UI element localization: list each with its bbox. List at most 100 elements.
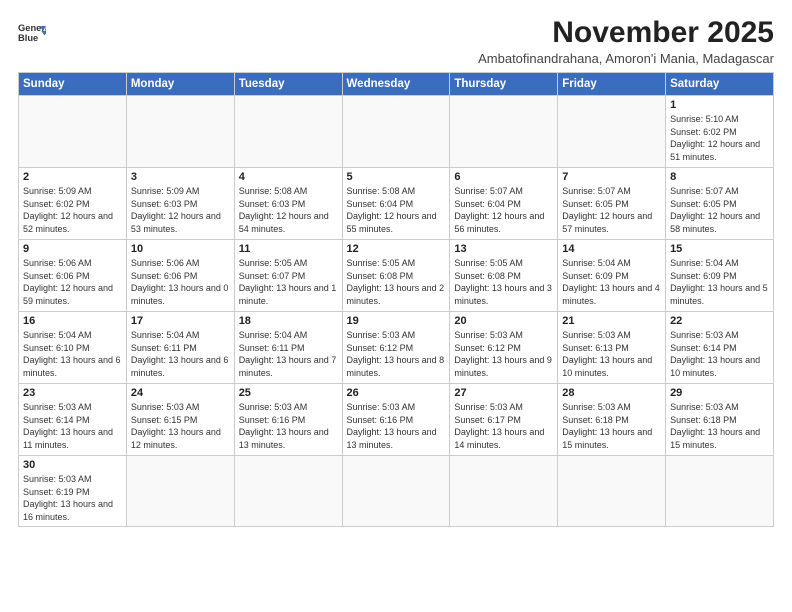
day-info: Sunrise: 5:03 AM Sunset: 6:16 PM Dayligh… (347, 401, 446, 451)
table-row: 1 Sunrise: 5:10 AM Sunset: 6:02 PM Daylig… (666, 96, 774, 168)
subtitle: Ambatofinandrahana, Amoron'i Mania, Mada… (478, 51, 774, 66)
table-row (126, 96, 234, 168)
table-row (558, 456, 666, 527)
day-number: 18 (239, 315, 338, 327)
day-number: 29 (670, 387, 769, 399)
table-row (19, 96, 127, 168)
day-info: Sunrise: 5:06 AM Sunset: 6:06 PM Dayligh… (23, 257, 122, 307)
day-info: Sunrise: 5:10 AM Sunset: 6:02 PM Dayligh… (670, 113, 769, 163)
day-number: 27 (454, 387, 553, 399)
day-number: 12 (347, 243, 446, 255)
header: General Blue November 2025 Ambatofinandr… (18, 16, 774, 66)
col-wednesday: Wednesday (342, 73, 450, 96)
table-row (450, 456, 558, 527)
table-row: 6 Sunrise: 5:07 AM Sunset: 6:04 PM Daylig… (450, 168, 558, 240)
day-info: Sunrise: 5:08 AM Sunset: 6:03 PM Dayligh… (239, 185, 338, 235)
day-info: Sunrise: 5:05 AM Sunset: 6:08 PM Dayligh… (454, 257, 553, 307)
day-info: Sunrise: 5:05 AM Sunset: 6:07 PM Dayligh… (239, 257, 338, 307)
table-row: 16Sunrise: 5:04 AM Sunset: 6:10 PM Dayli… (19, 312, 127, 384)
day-info: Sunrise: 5:03 AM Sunset: 6:18 PM Dayligh… (670, 401, 769, 451)
table-row (234, 456, 342, 527)
table-row: 23 Sunrise: 5:03 AM Sunset: 6:14 PM Dayli… (19, 384, 127, 456)
day-info: Sunrise: 5:04 AM Sunset: 6:09 PM Dayligh… (670, 257, 769, 307)
col-tuesday: Tuesday (234, 73, 342, 96)
day-info: Sunrise: 5:05 AM Sunset: 6:08 PM Dayligh… (347, 257, 446, 307)
table-row: 24Sunrise: 5:03 AM Sunset: 6:15 PM Dayli… (126, 384, 234, 456)
day-number: 22 (670, 315, 769, 327)
calendar-table: Sunday Monday Tuesday Wednesday Thursday… (18, 72, 774, 527)
title-block: November 2025 Ambatofinandrahana, Amoron… (478, 16, 774, 66)
table-row: 29 Sunrise: 5:03 AM Sunset: 6:18 PM Dayli… (666, 384, 774, 456)
day-info: Sunrise: 5:07 AM Sunset: 6:04 PM Dayligh… (454, 185, 553, 235)
table-row: 15 Sunrise: 5:04 AM Sunset: 6:09 PM Dayli… (666, 240, 774, 312)
day-number: 4 (239, 171, 338, 183)
table-row (342, 456, 450, 527)
day-info: Sunrise: 5:03 AM Sunset: 6:13 PM Dayligh… (562, 329, 661, 379)
table-row: 10 Sunrise: 5:06 AM Sunset: 6:06 PM Dayli… (126, 240, 234, 312)
table-row: 22 Sunrise: 5:03 AM Sunset: 6:14 PM Dayli… (666, 312, 774, 384)
day-number: 25 (239, 387, 338, 399)
day-info: Sunrise: 5:03 AM Sunset: 6:14 PM Dayligh… (23, 401, 122, 451)
day-info: Sunrise: 5:03 AM Sunset: 6:18 PM Dayligh… (562, 401, 661, 451)
table-row: 26 Sunrise: 5:03 AM Sunset: 6:16 PM Dayli… (342, 384, 450, 456)
table-row: 30 Sunrise: 5:03 AM Sunset: 6:19 PM Dayli… (19, 456, 127, 527)
day-info: Sunrise: 5:09 AM Sunset: 6:02 PM Dayligh… (23, 185, 122, 235)
day-number: 17 (131, 315, 230, 327)
table-row: 2 Sunrise: 5:09 AM Sunset: 6:02 PM Daylig… (19, 168, 127, 240)
calendar-page: General Blue November 2025 Ambatofinandr… (0, 0, 792, 612)
day-number: 16 (23, 315, 122, 327)
table-row: 19Sunrise: 5:03 AM Sunset: 6:12 PM Dayli… (342, 312, 450, 384)
day-info: Sunrise: 5:03 AM Sunset: 6:16 PM Dayligh… (239, 401, 338, 451)
day-info: Sunrise: 5:03 AM Sunset: 6:17 PM Dayligh… (454, 401, 553, 451)
col-sunday: Sunday (19, 73, 127, 96)
table-row (126, 456, 234, 527)
table-row: 8Sunrise: 5:07 AM Sunset: 6:05 PM Daylig… (666, 168, 774, 240)
col-saturday: Saturday (666, 73, 774, 96)
day-info: Sunrise: 5:04 AM Sunset: 6:11 PM Dayligh… (131, 329, 230, 379)
table-row: 17 Sunrise: 5:04 AM Sunset: 6:11 PM Dayli… (126, 312, 234, 384)
table-row: 27 Sunrise: 5:03 AM Sunset: 6:17 PM Dayli… (450, 384, 558, 456)
table-row: 12 Sunrise: 5:05 AM Sunset: 6:08 PM Dayli… (342, 240, 450, 312)
svg-text:Blue: Blue (18, 33, 38, 43)
day-number: 30 (23, 459, 122, 471)
day-number: 19 (347, 315, 446, 327)
day-info: Sunrise: 5:04 AM Sunset: 6:11 PM Dayligh… (239, 329, 338, 379)
table-row: 18 Sunrise: 5:04 AM Sunset: 6:11 PM Dayli… (234, 312, 342, 384)
day-number: 3 (131, 171, 230, 183)
day-number: 6 (454, 171, 553, 183)
day-number: 10 (131, 243, 230, 255)
month-title: November 2025 (478, 16, 774, 49)
day-number: 13 (454, 243, 553, 255)
table-row: 3 Sunrise: 5:09 AM Sunset: 6:03 PM Daylig… (126, 168, 234, 240)
table-row: 20Sunrise: 5:03 AM Sunset: 6:12 PM Dayli… (450, 312, 558, 384)
day-number: 9 (23, 243, 122, 255)
day-number: 14 (562, 243, 661, 255)
day-info: Sunrise: 5:09 AM Sunset: 6:03 PM Dayligh… (131, 185, 230, 235)
day-info: Sunrise: 5:04 AM Sunset: 6:09 PM Dayligh… (562, 257, 661, 307)
table-row: 5 Sunrise: 5:08 AM Sunset: 6:04 PM Daylig… (342, 168, 450, 240)
day-number: 11 (239, 243, 338, 255)
day-number: 26 (347, 387, 446, 399)
day-number: 8 (670, 171, 769, 183)
day-number: 1 (670, 99, 769, 111)
table-row (666, 456, 774, 527)
day-info: Sunrise: 5:03 AM Sunset: 6:19 PM Dayligh… (23, 473, 122, 523)
day-number: 23 (23, 387, 122, 399)
logo-icon: General Blue (18, 20, 46, 48)
table-row: 14 Sunrise: 5:04 AM Sunset: 6:09 PM Dayli… (558, 240, 666, 312)
table-row: 13 Sunrise: 5:05 AM Sunset: 6:08 PM Dayli… (450, 240, 558, 312)
table-row: 9 Sunrise: 5:06 AM Sunset: 6:06 PM Daylig… (19, 240, 127, 312)
day-number: 2 (23, 171, 122, 183)
day-info: Sunrise: 5:08 AM Sunset: 6:04 PM Dayligh… (347, 185, 446, 235)
day-info: Sunrise: 5:06 AM Sunset: 6:06 PM Dayligh… (131, 257, 230, 307)
col-friday: Friday (558, 73, 666, 96)
table-row (234, 96, 342, 168)
day-number: 15 (670, 243, 769, 255)
day-number: 28 (562, 387, 661, 399)
table-row: 11 Sunrise: 5:05 AM Sunset: 6:07 PM Dayli… (234, 240, 342, 312)
day-number: 24 (131, 387, 230, 399)
table-row: 21Sunrise: 5:03 AM Sunset: 6:13 PM Dayli… (558, 312, 666, 384)
day-number: 20 (454, 315, 553, 327)
day-number: 5 (347, 171, 446, 183)
day-info: Sunrise: 5:03 AM Sunset: 6:14 PM Dayligh… (670, 329, 769, 379)
